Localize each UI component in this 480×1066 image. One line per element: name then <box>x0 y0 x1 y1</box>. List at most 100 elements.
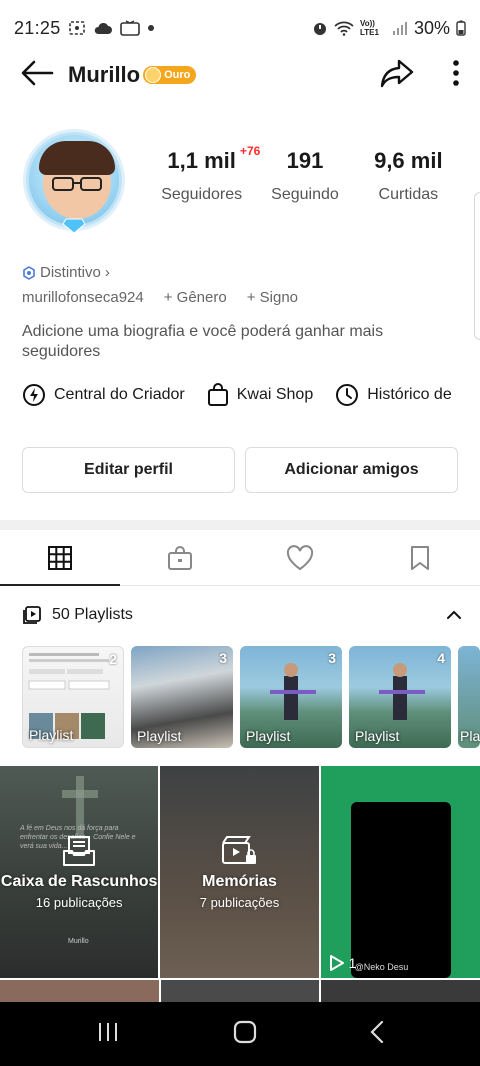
memories-title: Memórias <box>202 872 277 890</box>
gold-coin-icon <box>145 67 162 83</box>
battery-label: 30% <box>413 17 450 38</box>
grid-cell-partial[interactable] <box>0 980 159 1002</box>
lock-bag-icon <box>168 545 192 570</box>
kwai-shop-link[interactable]: Kwai Shop <box>207 383 314 407</box>
add-friends-button[interactable]: Adicionar amigos <box>245 447 458 493</box>
tab-private[interactable] <box>120 530 240 585</box>
screenshot-icon <box>68 20 86 36</box>
video-cell[interactable]: 1 @Neko Desu <box>320 766 480 978</box>
content-tabs <box>0 530 480 586</box>
grid-cell-partial[interactable] <box>160 980 320 1002</box>
likes-count: 9,6 mil <box>374 148 443 173</box>
chevron-right-icon: › <box>104 264 110 281</box>
home-icon[interactable] <box>233 1020 257 1049</box>
edit-profile-button[interactable]: Editar perfil <box>22 447 235 493</box>
play-count: 1 <box>329 954 356 972</box>
gold-level-badge[interactable]: Ouro <box>143 66 197 84</box>
add-gender-link[interactable]: + Gênero <box>164 289 227 306</box>
playlist-label: Playlist <box>246 728 291 744</box>
playlist-label: Playlist <box>29 727 74 743</box>
wifi-icon <box>334 20 354 36</box>
share-icon[interactable] <box>380 58 414 93</box>
grid-cell-partial[interactable] <box>321 980 480 1002</box>
creator-center-link[interactable]: Central do Criador <box>22 383 185 407</box>
following-label: Seguindo <box>271 186 339 203</box>
tab-saved[interactable] <box>360 530 480 585</box>
quick-links: Central do Criador Kwai Shop Histórico d… <box>22 383 452 407</box>
playlist-card[interactable]: 2 Playlist <box>22 646 124 748</box>
followers-label: Seguidores <box>161 186 243 203</box>
bio-prompt[interactable]: Adicione uma biografia e você poderá gan… <box>22 322 462 362</box>
shopping-bag-icon <box>207 383 228 406</box>
creator-center-label: Central do Criador <box>54 386 185 403</box>
playlist-count: 4 <box>437 650 445 666</box>
network-label: Vo)) LTE1 <box>359 19 379 37</box>
bookmark-icon <box>411 545 429 570</box>
distintivo-label: Distintivo <box>40 264 101 281</box>
playlist-label: Playlist <box>355 728 400 744</box>
profile-actions: Editar perfil Adicionar amigos <box>22 447 458 493</box>
avatar-hair <box>39 141 115 175</box>
tab-liked[interactable] <box>240 530 360 585</box>
new-followers-badge: +76 <box>240 144 261 158</box>
side-drawer-handle[interactable] <box>474 192 480 340</box>
add-sign-link[interactable]: + Signo <box>247 289 298 306</box>
playlist-card[interactable]: Pla <box>458 646 480 748</box>
kwai-shop-label: Kwai Shop <box>236 386 314 403</box>
playlist-card[interactable]: 3 Playlist <box>240 646 342 748</box>
memories-overlay: Memórias 7 publicações <box>160 766 318 978</box>
status-time: 21:25 <box>14 17 61 38</box>
playlist-label: Playlist <box>137 728 182 744</box>
signal-icon <box>392 20 408 36</box>
profile-stats: +76 1,1 mil Seguidores 191 Seguindo 9,6 … <box>150 144 460 204</box>
tab-posts[interactable] <box>0 530 120 586</box>
chevron-up-icon[interactable] <box>446 610 462 620</box>
tv-icon <box>119 20 140 36</box>
followers-count: 1,1 mil <box>167 148 236 173</box>
memories-clapper-icon <box>222 835 257 864</box>
recent-apps-icon[interactable] <box>96 1021 120 1048</box>
heart-icon <box>286 544 314 570</box>
drafts-overlay: Caixa de Rascunhos 16 publicações <box>0 766 158 978</box>
badge-label: Ouro <box>164 69 191 81</box>
system-nav-bar <box>0 1002 480 1066</box>
following-stat[interactable]: 191 Seguindo <box>253 146 356 204</box>
playlists-header[interactable]: 50 Playlists <box>22 600 462 630</box>
followers-stat[interactable]: 1,1 mil Seguidores <box>150 146 253 204</box>
distintivo-link[interactable]: Distintivo › <box>22 264 110 281</box>
video-thumbnail <box>350 802 451 978</box>
battery-icon <box>456 20 466 36</box>
dot-icon <box>147 24 155 32</box>
avatar-glasses <box>52 177 102 191</box>
play-icon <box>329 955 344 971</box>
profile-header: Murillo Ouro <box>0 48 480 102</box>
playlist-card[interactable]: 4 Playlist <box>349 646 451 748</box>
playlist-count: 3 <box>328 650 336 666</box>
drafts-title: Caixa de Rascunhos <box>0 872 158 890</box>
alarm-icon <box>312 20 328 36</box>
likes-stat[interactable]: 9,6 mil Curtidas <box>357 146 460 204</box>
diamond-gem-icon <box>62 218 86 234</box>
drafts-cell[interactable]: A fé em Deus nos dá força para enfrentar… <box>0 766 159 978</box>
drafts-count: 16 publicações <box>35 894 123 910</box>
playlists-count: 50 Playlists <box>52 606 133 623</box>
playlist-icon <box>23 606 41 624</box>
avatar-frame <box>26 132 122 228</box>
memories-count: 7 publicações <box>199 894 280 910</box>
history-link[interactable]: Histórico de <box>335 383 452 407</box>
next-row-preview <box>0 980 480 1002</box>
memories-cell[interactable]: Memórias 7 publicações <box>160 766 319 978</box>
playlist-card[interactable]: 3 Playlist <box>131 646 233 748</box>
section-divider <box>0 520 480 530</box>
back-icon[interactable] <box>370 1020 384 1049</box>
playlist-count: 3 <box>219 650 227 666</box>
cloud-icon <box>93 21 113 35</box>
more-options-icon[interactable] <box>452 59 460 92</box>
back-arrow-icon[interactable] <box>20 60 54 91</box>
playlist-count: 2 <box>109 651 117 667</box>
video-watermark: @Neko Desu <box>354 962 409 972</box>
avatar[interactable] <box>22 128 126 240</box>
video-grid: A fé em Deus nos dá força para enfrentar… <box>0 766 480 978</box>
lightning-circle-icon <box>23 384 45 406</box>
likes-label: Curtidas <box>378 186 439 203</box>
